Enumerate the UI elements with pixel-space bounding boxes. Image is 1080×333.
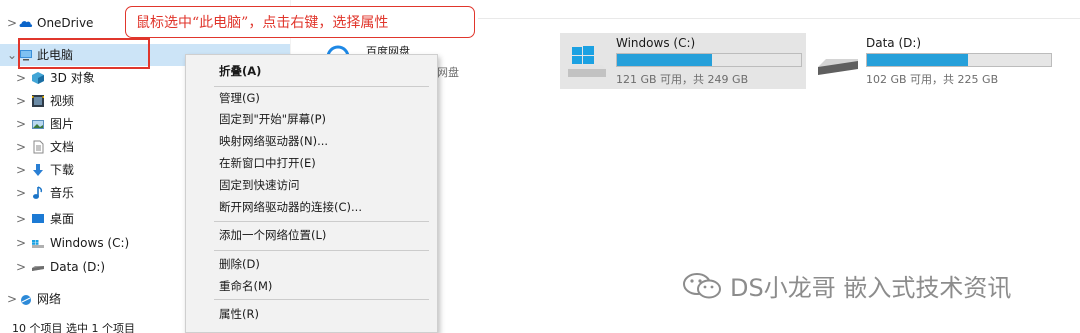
network-icon [21, 295, 31, 305]
menu-separator [214, 221, 429, 222]
wechat-icon [683, 272, 721, 298]
drive-free-space: 121 GB 可用，共 249 GB [616, 73, 749, 86]
nav-label: 桌面 [50, 212, 75, 226]
nav-label: Windows (C:) [50, 236, 130, 250]
baidu-netdisk-sublabel: 网盘 [437, 66, 459, 79]
chevron-right-icon[interactable]: > [16, 113, 26, 135]
nav-label: 音乐 [50, 186, 75, 200]
menu-item-rename[interactable]: 重命名(M) [186, 275, 437, 297]
nav-label: OneDrive [37, 16, 94, 30]
chevron-right-icon[interactable]: > [16, 208, 26, 230]
drive-data-d[interactable]: Data (D:) 102 GB 可用，共 225 GB [810, 33, 1060, 89]
drive-usage-fill [617, 54, 712, 66]
documents-icon [33, 140, 44, 154]
chevron-right-icon[interactable]: > [16, 232, 26, 254]
pictures-icon [32, 120, 44, 129]
nav-label: Data (D:) [50, 260, 106, 274]
downloads-icon [33, 164, 43, 176]
menu-item-collapse[interactable]: 折叠(A) [186, 60, 437, 82]
watermark: DS小龙哥 嵌入式技术资讯 [680, 268, 1011, 303]
chevron-down-icon[interactable]: ⌄ [7, 44, 17, 66]
menu-item-delete[interactable]: 删除(D) [186, 253, 437, 275]
chevron-right-icon[interactable]: > [7, 288, 17, 310]
chevron-right-icon[interactable]: > [16, 182, 26, 204]
this-pc-highlight-box [18, 38, 150, 69]
desktop-icon [32, 214, 44, 223]
drive-usage-bar [616, 53, 802, 67]
chevron-right-icon[interactable]: > [16, 256, 26, 278]
videos-icon [32, 95, 44, 107]
chevron-right-icon[interactable]: > [16, 90, 26, 112]
chevron-right-icon[interactable]: > [16, 159, 26, 181]
nav-label: 文档 [50, 140, 75, 154]
menu-item-disconnect-network-drive[interactable]: 断开网络驱动器的连接(C)... [186, 196, 437, 218]
menu-separator [214, 299, 429, 300]
onedrive-cloud-icon [19, 21, 33, 27]
chevron-right-icon[interactable]: > [16, 136, 26, 158]
data-drive-icon [32, 266, 44, 271]
nav-label: 下载 [50, 163, 75, 177]
music-icon [33, 186, 43, 199]
annotation-callout: 鼠标选中“此电脑”，点击右键，选择属性 [125, 6, 475, 38]
nav-label: 视频 [50, 94, 75, 108]
header-divider [478, 18, 1080, 19]
context-menu: 折叠(A) 管理(G) 固定到"开始"屏幕(P) 映射网络驱动器(N)... 在… [185, 54, 438, 333]
drive-windows-c[interactable]: Windows (C:) 121 GB 可用，共 249 GB [560, 33, 806, 89]
drive-name: Data (D:) [866, 36, 922, 50]
drive-usage-bar [866, 53, 1052, 67]
drive-usage-fill [867, 54, 968, 66]
drive-name: Windows (C:) [616, 36, 696, 50]
chevron-right-icon[interactable]: > [16, 67, 26, 89]
watermark-text: DS小龙哥 嵌入式技术资讯 [730, 274, 1012, 302]
windows-drive-icon [568, 46, 606, 77]
menu-item-manage[interactable]: 管理(G) [186, 87, 437, 109]
menu-item-open-new-window[interactable]: 在新窗口中打开(E) [186, 152, 437, 174]
nav-label: 图片 [50, 117, 75, 131]
menu-separator [214, 250, 429, 251]
menu-item-pin-quick-access[interactable]: 固定到快速访问 [186, 174, 437, 196]
3d-objects-icon [32, 72, 44, 84]
menu-item-properties[interactable]: 属性(R) [186, 303, 437, 325]
drive-free-space: 102 GB 可用，共 225 GB [866, 73, 999, 86]
windows-drive-icon [32, 240, 44, 248]
menu-item-add-network-location[interactable]: 添加一个网络位置(L) [186, 224, 437, 246]
status-bar-text: 10 个项目 选中 1 个项目 [12, 322, 135, 333]
chevron-right-icon[interactable]: > [7, 12, 17, 34]
menu-item-map-network-drive[interactable]: 映射网络驱动器(N)... [186, 130, 437, 152]
data-drive-icon [818, 59, 858, 75]
menu-item-pin-to-start[interactable]: 固定到"开始"屏幕(P) [186, 108, 437, 130]
nav-label: 网络 [37, 292, 62, 306]
nav-label: 3D 对象 [50, 71, 95, 85]
